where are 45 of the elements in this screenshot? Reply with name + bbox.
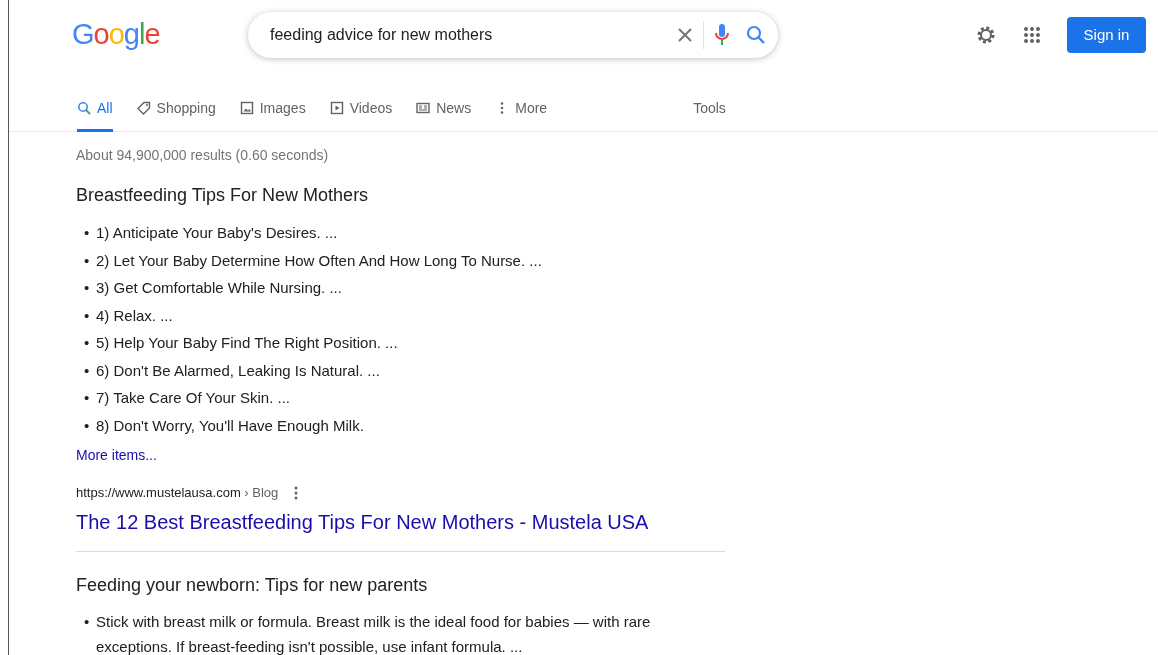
more-items-link[interactable]: More items... — [76, 445, 157, 466]
bullet: • — [84, 415, 91, 436]
tab[interactable]: Shopping — [136, 88, 216, 132]
microphone-icon[interactable] — [714, 23, 730, 47]
result-stats: About 94,900,000 results (0.60 seconds) — [76, 146, 330, 165]
image-icon — [239, 101, 254, 115]
snippet-heading: Feeding your newborn: Tips for new parents — [76, 573, 429, 597]
bullet: • — [84, 333, 91, 353]
list-item-text: 2) Let Your Baby Determine How Often And How Long To Nurse. ... — [96, 250, 542, 271]
list-item-text: 7) Take Care Of Your Skin. ... — [96, 388, 290, 408]
tab[interactable]: More — [495, 88, 548, 132]
close-icon[interactable] — [677, 27, 693, 43]
bullet: • — [84, 611, 91, 632]
tab[interactable]: Videos — [329, 88, 393, 132]
list-item-text: 6) Don't Be Alarmed, Leaking Is Natural. ... — [96, 360, 380, 381]
result-title-link[interactable]: The 12 Best Breastfeeding Tips For New Mothers - Mustela USA — [76, 506, 649, 537]
bullet: • — [84, 388, 91, 408]
list-item-text: 3) Get Comfortable While Nursing. ... — [96, 278, 342, 298]
tab[interactable]: News — [416, 88, 472, 132]
list-item-text: 4) Relax. ... — [96, 305, 173, 326]
sign-in-button[interactable]: Sign in — [1067, 16, 1146, 54]
bullet: • — [84, 305, 91, 326]
snippet-heading: Breastfeeding Tips For New Mothers — [76, 184, 370, 207]
tools-tab[interactable]: Tools — [693, 88, 726, 132]
list-item-text: 8) Don't Worry, You'll Have Enough Milk. — [96, 415, 364, 436]
list-item-text: 5) Help Your Baby Find The Right Position. ... — [96, 333, 398, 353]
search-icon — [77, 101, 91, 115]
play-icon — [329, 101, 344, 115]
logo[interactable]: Google — [9, 13, 202, 57]
bullet: • — [84, 278, 91, 298]
tab[interactable]: Images — [239, 88, 306, 132]
newspaper-icon — [416, 101, 431, 115]
bullet: • — [84, 250, 91, 271]
settings-icon[interactable] — [975, 24, 997, 46]
list-item-text: 1) Anticipate Your Baby's Desires. ... — [96, 223, 338, 243]
apps-grid-icon[interactable] — [1023, 26, 1041, 44]
result-url: https://www.mustelausa.com › Blog — [76, 484, 279, 502]
bullet: • — [84, 223, 91, 243]
search-input[interactable]: feeding advice for new mothers — [268, 22, 677, 48]
list-item-text: Stick with breast milk or formula. Breast milk is the ideal food for babies — with rare exceptions. If breast-feeding isn't possible, use infant formula. ... — [96, 611, 652, 655]
tab[interactable]: All — [77, 88, 113, 132]
bullet: • — [84, 360, 91, 381]
search-icon[interactable] — [746, 25, 766, 45]
more-options-icon[interactable] — [294, 485, 299, 500]
tag-icon — [136, 101, 151, 115]
